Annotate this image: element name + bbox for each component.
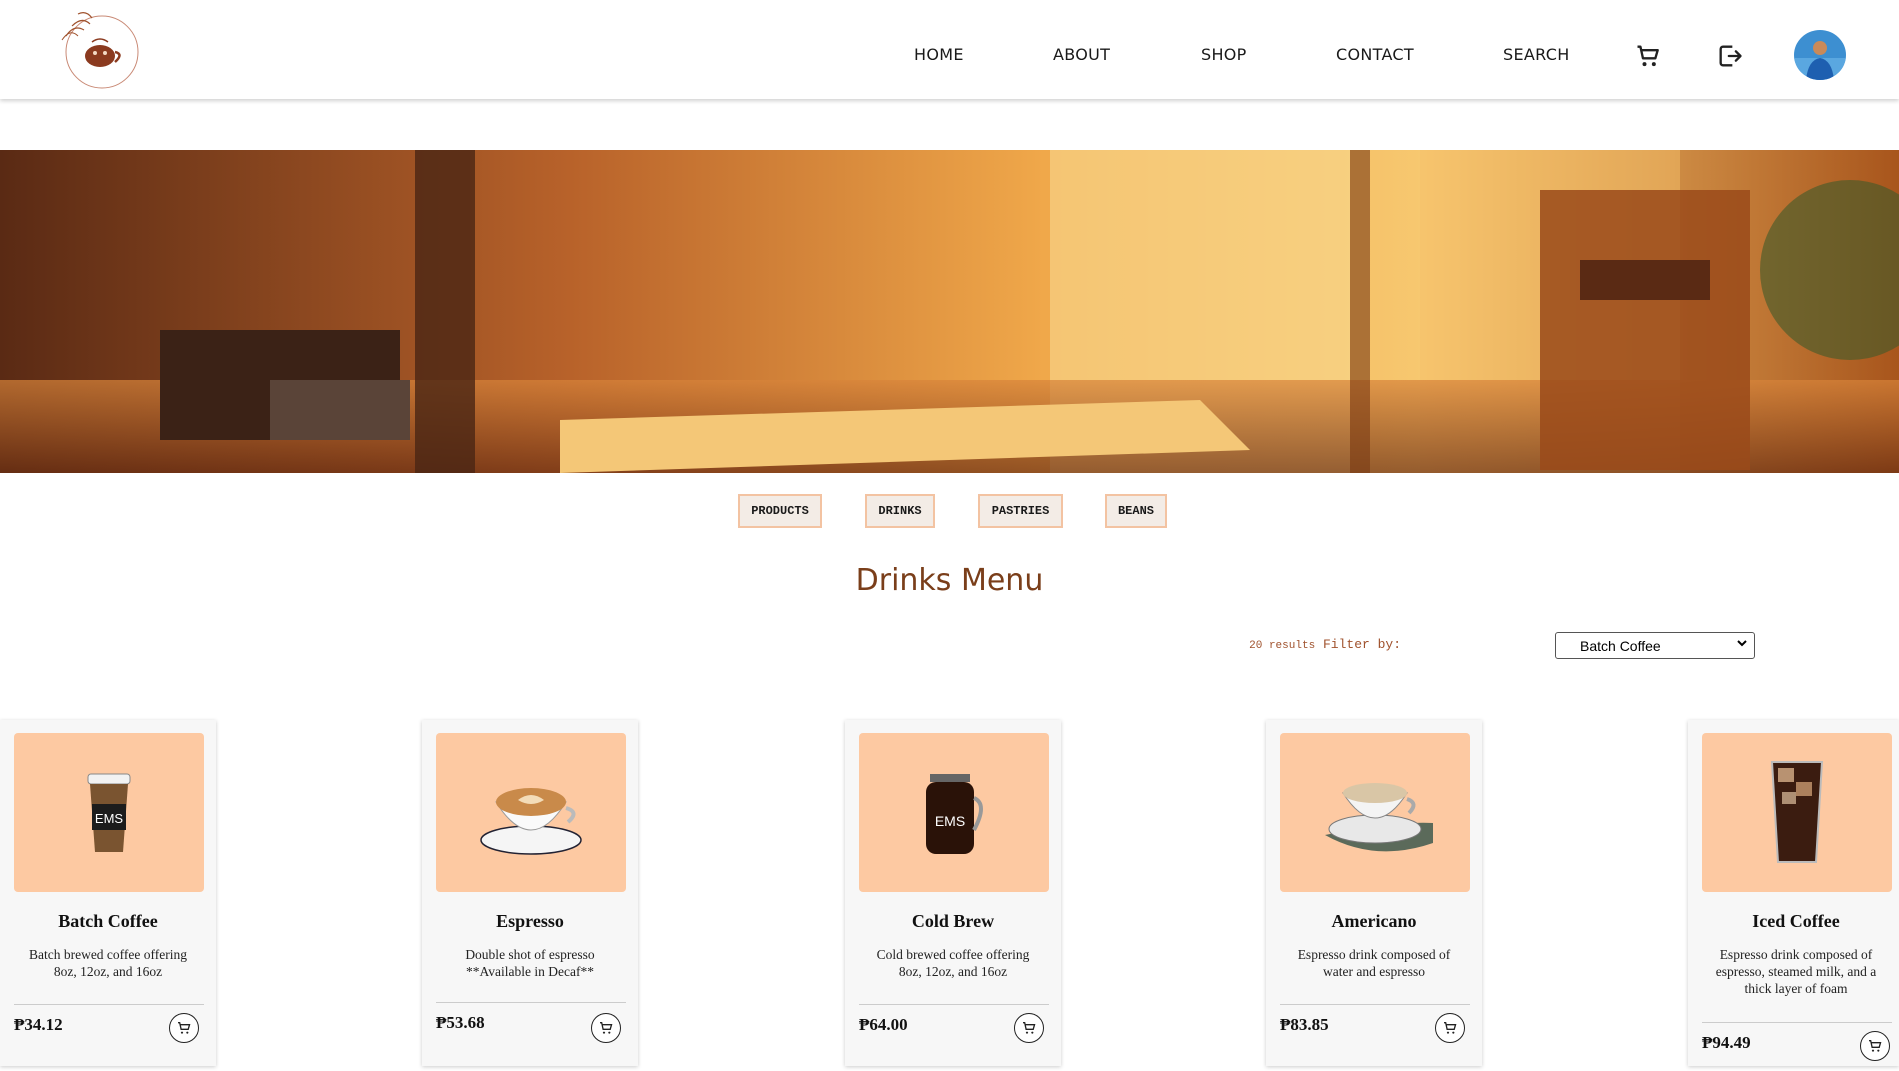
product-name: Cold Brew: [911, 911, 995, 931]
product-name: Iced Coffee: [1752, 911, 1840, 931]
category-pastries-button[interactable]: PASTRIES: [978, 494, 1063, 528]
product-card[interactable]: EMS Cold Brew Cold brewed coffee offerin…: [845, 720, 1061, 1066]
mason-jar-icon: EMS: [859, 733, 1049, 892]
product-name: Batch Coffee: [58, 911, 158, 931]
product-price: ₱34.12: [14, 1015, 63, 1034]
filter-selected-value: Batch Coffee: [1580, 637, 1661, 654]
product-description: Batch brewed coffee offering 8oz, 12oz, …: [28, 947, 188, 979]
product-price: ₱94.49: [1702, 1033, 1751, 1052]
cart-icon[interactable]: [1634, 42, 1662, 75]
product-card[interactable]: EMS Batch Coffee Batch brewed coffee off…: [0, 720, 216, 1066]
nav-shop[interactable]: SHOP: [1201, 45, 1247, 64]
filter-label: Filter by:: [1322, 637, 1401, 652]
product-card[interactable]: Iced Coffee Espresso drink composed of e…: [1688, 720, 1899, 1066]
product-description: Cold brewed coffee offering 8oz, 12oz, a…: [876, 947, 1030, 979]
product-name: Americano: [1331, 911, 1417, 931]
add-to-cart-button[interactable]: [169, 1013, 199, 1043]
iced-glass-icon: [1702, 733, 1892, 892]
user-avatar[interactable]: [1794, 30, 1846, 80]
coffee-cup-saucer-icon: [1280, 733, 1470, 892]
product-price: ₱64.00: [859, 1015, 908, 1034]
page-title: Drinks Menu: [855, 563, 1044, 598]
coffee-shop-logo[interactable]: [52, 6, 146, 92]
logout-icon[interactable]: [1716, 42, 1744, 75]
product-card[interactable]: Espresso Double shot of espresso **Avail…: [422, 720, 638, 1066]
card-divider: [1702, 1022, 1892, 1023]
nav-home[interactable]: HOME: [914, 45, 964, 64]
category-beans-button[interactable]: BEANS: [1105, 494, 1167, 528]
filter-select[interactable]: Batch Coffee: [1555, 632, 1755, 659]
product-price: ₱83.85: [1280, 1015, 1329, 1034]
results-count: 20 results: [1249, 640, 1316, 652]
svg-text:EMS: EMS: [935, 813, 965, 829]
svg-text:EMS: EMS: [95, 811, 124, 826]
product-description: Espresso drink composed of espresso, ste…: [1715, 947, 1877, 996]
site-header: HOME ABOUT SHOP CONTACT SEARCH: [0, 0, 1899, 99]
nav-about[interactable]: ABOUT: [1053, 45, 1110, 64]
nav-search[interactable]: SEARCH: [1503, 45, 1570, 64]
add-to-cart-button[interactable]: [1014, 1013, 1044, 1043]
category-products-button[interactable]: PRODUCTS: [738, 494, 822, 528]
chevron-down-icon: [1736, 637, 1748, 652]
product-description: Double shot of espresso **Available in D…: [465, 947, 595, 979]
product-name: Espresso: [496, 911, 564, 931]
card-divider: [14, 1004, 204, 1005]
add-to-cart-button[interactable]: [1860, 1031, 1890, 1061]
product-card[interactable]: Americano Espresso drink composed of wat…: [1266, 720, 1482, 1066]
card-divider: [436, 1002, 626, 1003]
paper-cup-icon: EMS: [14, 733, 204, 892]
card-divider: [1280, 1004, 1470, 1005]
add-to-cart-button[interactable]: [591, 1013, 621, 1043]
results-filter-label: 20 results Filter by:: [1249, 637, 1401, 652]
category-drinks-button[interactable]: DRINKS: [865, 494, 935, 528]
product-description: Espresso drink composed of water and esp…: [1297, 947, 1451, 979]
card-divider: [859, 1004, 1049, 1005]
hero-banner-image: [0, 150, 1899, 473]
add-to-cart-button[interactable]: [1435, 1013, 1465, 1043]
nav-contact[interactable]: CONTACT: [1336, 45, 1414, 64]
product-price: ₱53.68: [436, 1013, 485, 1032]
latte-cup-icon: [436, 733, 626, 892]
